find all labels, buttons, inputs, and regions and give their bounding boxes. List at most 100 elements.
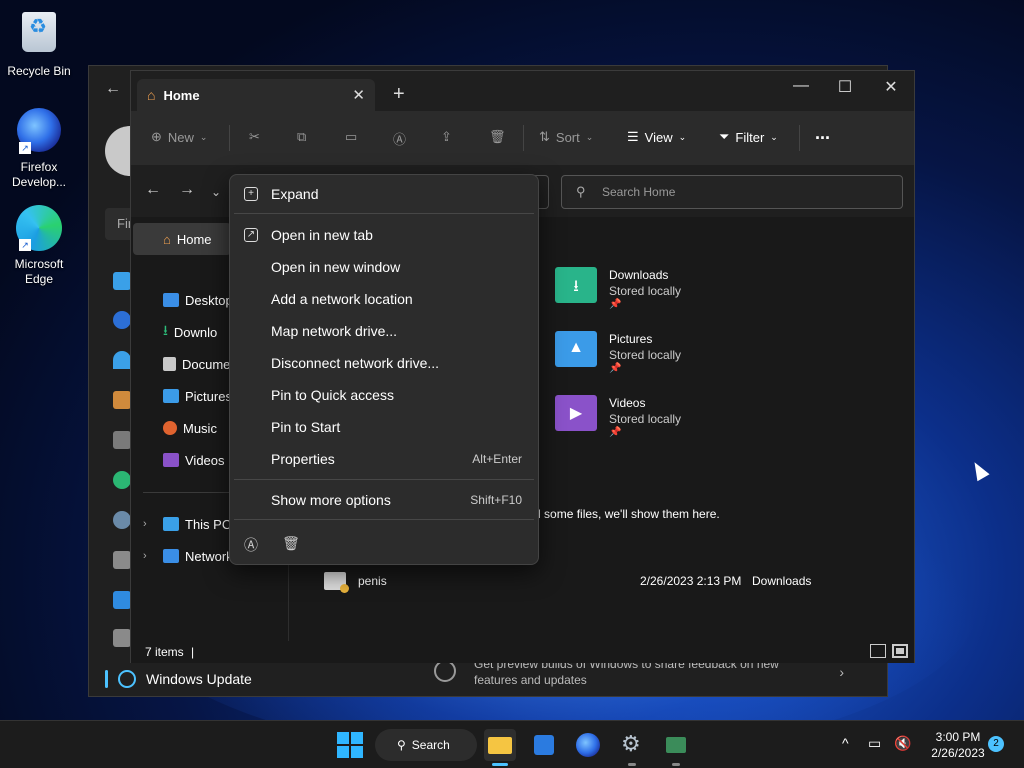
cut-button[interactable]: ✂ (249, 129, 260, 145)
nav-item-desktop[interactable]: Desktop (163, 290, 233, 310)
view-button[interactable]: ☰ View ⌄ (627, 129, 686, 145)
menu-item-add-network-location[interactable]: Add a network location (234, 284, 534, 314)
menu-separator (234, 519, 534, 520)
file-name: penis (358, 574, 387, 588)
desktop-icon-label: Firefox Develop... (11, 160, 67, 189)
nav-item-label: Music (183, 420, 217, 436)
menu-item-properties[interactable]: Properties Alt+Enter (234, 444, 534, 474)
menu-item-map-network-drive[interactable]: Map network drive... (234, 316, 534, 346)
bluetooth-icon[interactable] (113, 311, 131, 329)
quick-access-videos[interactable]: ▶ Videos Stored locally 📌 (555, 395, 681, 438)
pictures-folder-icon: ▲ (555, 331, 597, 367)
gaming-icon[interactable] (113, 551, 131, 569)
nav-item-network[interactable]: Network (163, 546, 233, 566)
menu-item-open-new-window[interactable]: Open in new window (234, 252, 534, 282)
expand-network-chevron-icon[interactable]: › (143, 550, 147, 562)
file-location: Downloads (752, 574, 812, 588)
paste-button[interactable]: ▭ (345, 129, 357, 145)
delete-button[interactable]: 🗑 (489, 129, 506, 145)
store-taskbar-button[interactable] (528, 729, 560, 761)
nav-item-documents[interactable]: Docume (163, 354, 230, 374)
start-button[interactable] (337, 732, 363, 758)
notification-badge[interactable]: 2 (988, 736, 1004, 752)
filter-icon: ⏷ (719, 129, 730, 144)
desktop-icon-firefox[interactable]: ↗ Firefox Develop... (0, 106, 78, 190)
menu-item-label: Expand (271, 186, 319, 202)
back-button[interactable]: ← (145, 181, 161, 199)
accounts-icon[interactable] (113, 471, 131, 489)
speaker-muted-icon[interactable]: 🔇 (894, 735, 911, 752)
menu-item-open-new-tab[interactable]: ↗ Open in new tab (234, 220, 534, 250)
rename-button[interactable]: Ⓐ (393, 129, 406, 148)
time-language-icon[interactable] (113, 511, 131, 529)
more-options-button[interactable]: ... (815, 123, 830, 144)
nav-item-this-pc[interactable]: This PC (163, 514, 231, 534)
windows-logo-icon (337, 746, 349, 758)
clock[interactable]: 3:00 PM 2/26/2023 (918, 729, 998, 761)
sort-icon: ⇅ (539, 129, 550, 144)
copy-button[interactable]: ⧉ (297, 129, 306, 145)
trash-icon[interactable]: 🗑 (282, 535, 300, 553)
system-icon[interactable] (113, 272, 131, 290)
forward-button[interactable]: → (179, 181, 195, 199)
file-explorer-taskbar-button[interactable] (484, 729, 516, 766)
new-button[interactable]: ⊕ New ⌄ (151, 129, 207, 145)
clipboard-icon: ▭ (345, 129, 358, 144)
folder-name: Pictures (609, 332, 653, 346)
privacy-shield-icon[interactable] (113, 629, 131, 647)
nav-item-videos[interactable]: Videos (163, 450, 225, 470)
title-bar: ⌂ Home ✕ + — ☐ ✕ (131, 71, 914, 111)
nav-item-music[interactable]: Music (163, 418, 217, 438)
nav-item-pictures[interactable]: Pictures (163, 386, 232, 406)
nav-item-home[interactable]: ⌂ Home (133, 223, 231, 255)
firefox-taskbar-button[interactable] (572, 729, 604, 761)
expand-this-pc-chevron-icon[interactable]: › (143, 518, 147, 530)
maximize-button[interactable]: ☐ (822, 77, 868, 97)
table-row[interactable]: penis 2/26/2023 2:13 PM Downloads (324, 570, 884, 593)
apps-icon[interactable] (113, 431, 131, 449)
tab-home[interactable]: ⌂ Home ✕ (137, 79, 375, 111)
nav-item-downloads[interactable]: ⭳ Downlo (163, 322, 217, 342)
recent-locations-chevron-icon[interactable]: ⌄ (211, 185, 221, 199)
menu-separator (234, 479, 534, 480)
desktop-icon-recycle-bin[interactable]: Recycle Bin (0, 8, 78, 79)
search-input[interactable]: ⚲ Search Home (561, 175, 903, 209)
menu-item-pin-quick-access[interactable]: Pin to Quick access (234, 380, 534, 410)
new-tab-button[interactable]: + (393, 83, 405, 106)
quick-access-downloads[interactable]: ⭳ Downloads Stored locally 📌 (555, 267, 681, 310)
menu-item-pin-to-start[interactable]: Pin to Start (234, 412, 534, 442)
share-button[interactable]: ⇪ (441, 129, 452, 145)
taskbar-search-button[interactable]: ⚲ Search (375, 729, 477, 761)
close-tab-icon[interactable]: ✕ (352, 86, 365, 104)
display-icon[interactable]: ▭ (868, 735, 881, 752)
sort-button[interactable]: ⇅ Sort ⌄ (539, 129, 593, 145)
menu-item-disconnect-network-drive[interactable]: Disconnect network drive... (234, 348, 534, 378)
accessibility-icon[interactable] (113, 591, 131, 609)
folder-icon (488, 737, 512, 754)
sidebar-item-windows-update[interactable]: Windows Update (105, 666, 252, 692)
running-indicator (672, 763, 680, 766)
command-bar: ⊕ New ⌄ ✂ ⧉ ▭ Ⓐ ⇪ 🗑 ⇅ Sort ⌄ ☰ View ⌄ ⏷ … (131, 111, 914, 165)
menu-separator (234, 213, 534, 214)
close-window-button[interactable]: ✕ (868, 77, 914, 97)
app-taskbar-button[interactable] (660, 729, 692, 766)
nav-item-label: Docume (182, 356, 231, 372)
network-wifi-icon[interactable] (113, 351, 131, 369)
settings-taskbar-button[interactable]: ⚙ (616, 729, 648, 766)
minimize-button[interactable]: — (778, 77, 824, 95)
quick-access-pictures[interactable]: ▲ Pictures Stored locally 📌 (555, 331, 681, 374)
menu-item-expand[interactable]: + Expand (234, 179, 534, 209)
desktop-icon-edge[interactable]: ↗ Microsoft Edge (0, 204, 78, 287)
personalization-icon[interactable] (113, 391, 131, 409)
menu-item-show-more-options[interactable]: Show more options Shift+F10 (234, 485, 534, 515)
folder-name: Videos (609, 396, 646, 410)
back-arrow-icon[interactable]: ← (105, 80, 121, 98)
windows-logo-icon (351, 732, 363, 744)
details-view-button[interactable] (870, 644, 886, 658)
filter-button[interactable]: ⏷ Filter ⌄ (719, 129, 778, 145)
chevron-down-icon: ⌄ (199, 131, 208, 142)
rename-icon[interactable]: Ⓐ (242, 535, 260, 553)
show-hidden-icons-chevron-icon[interactable]: ^ (842, 735, 849, 751)
tiles-view-button[interactable] (892, 644, 908, 658)
toolbar-divider (799, 125, 800, 151)
